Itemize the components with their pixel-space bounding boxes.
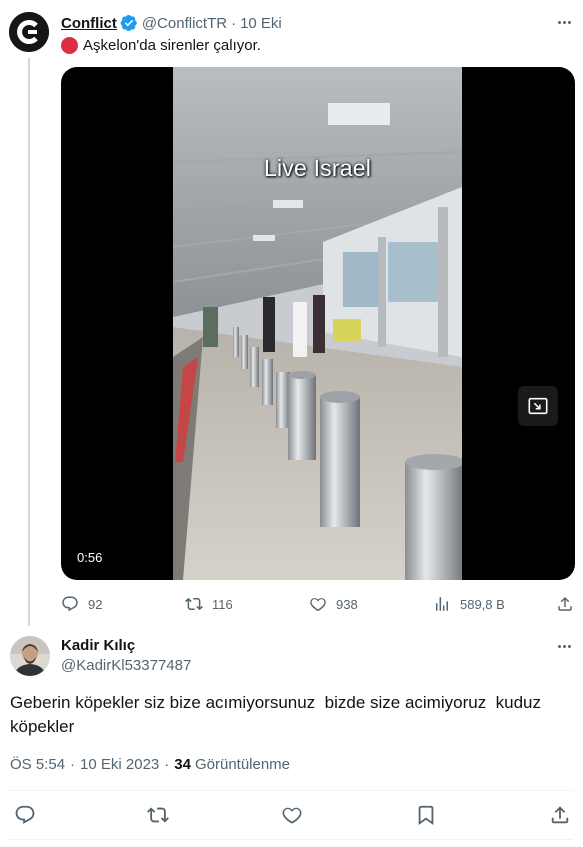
- parent-like-action[interactable]: 938: [309, 594, 358, 614]
- like-icon: [310, 598, 326, 612]
- video-still: [173, 67, 462, 580]
- video-caption: Live Israel: [263, 155, 372, 181]
- video-duration: 0:56: [77, 550, 103, 565]
- pip-button[interactable]: [518, 386, 558, 426]
- parent-reply-action[interactable]: 92: [61, 594, 102, 614]
- tweet-share-button[interactable]: [549, 804, 571, 826]
- parent-date[interactable]: 10 Eki: [240, 15, 282, 32]
- share-icon: [558, 596, 572, 611]
- tweet-more-button[interactable]: [554, 636, 574, 656]
- more-icon: [557, 644, 561, 648]
- reply-count: 92: [88, 596, 103, 612]
- parent-more-button[interactable]: [554, 12, 574, 32]
- views-count: 589,8 B: [460, 596, 505, 612]
- reply-icon: [62, 596, 78, 612]
- tweet-avatar[interactable]: [10, 636, 50, 676]
- repost-icon: [185, 597, 203, 611]
- meta-separator: ·: [70, 755, 76, 773]
- like-icon: [282, 807, 302, 824]
- repost-icon: [147, 807, 169, 823]
- views-icon: [436, 597, 448, 611]
- parent-author-name[interactable]: Conflict: [61, 15, 117, 32]
- divider-top: [10, 790, 573, 791]
- repost-count: 116: [212, 596, 233, 612]
- like-count: 938: [336, 596, 358, 612]
- thread-line: [28, 58, 30, 626]
- parent-views-action[interactable]: 589,8 B: [433, 594, 505, 614]
- more-icon-dot: [562, 20, 566, 24]
- more-icon-dot: [562, 644, 566, 648]
- tweet-repost-button[interactable]: [147, 804, 169, 826]
- tweet-views-label: Görüntülenme: [194, 755, 291, 773]
- user-avatar-image: [10, 636, 50, 676]
- parent-share-action[interactable]: [556, 594, 583, 614]
- tweet-reply-button[interactable]: [14, 804, 36, 826]
- tweet-bookmark-button[interactable]: [415, 804, 437, 826]
- conflict-logo-icon: [9, 12, 49, 52]
- parent-tweet-text: Aşkelon'da sirenler çalıyor.: [61, 35, 261, 55]
- tweet-author-handle[interactable]: @KadirKl53377487: [61, 657, 191, 674]
- more-icon-dot: [567, 644, 571, 648]
- verified-badge-icon: [120, 14, 138, 32]
- more-icon-dot: [567, 20, 571, 24]
- tweet-views-count: 34: [174, 755, 191, 773]
- reply-icon: [15, 805, 35, 824]
- tweet-like-button[interactable]: [281, 804, 303, 826]
- parent-header: Conflict @ConflictTR · 10 Eki: [61, 13, 282, 33]
- meta-separator: ·: [164, 755, 170, 773]
- video-player[interactable]: Live Israel 0:56: [61, 67, 575, 580]
- parent-text-content: Aşkelon'da sirenler çalıyor.: [83, 36, 261, 54]
- parent-author-handle[interactable]: @ConflictTR: [142, 15, 227, 32]
- divider-bottom: [10, 839, 573, 840]
- pip-icon: [528, 397, 548, 415]
- parent-repost-action[interactable]: 116: [185, 594, 233, 614]
- tweet-time[interactable]: ÖS 5:54: [10, 756, 65, 773]
- header-separator: ·: [231, 14, 237, 32]
- tweet-text: Geberin köpekler siz bize acımiyorsunuz …: [10, 693, 542, 736]
- red-circle-icon: [61, 36, 78, 54]
- more-icon: [557, 20, 561, 24]
- parent-avatar[interactable]: [9, 12, 49, 52]
- tweet-date[interactable]: 10 Eki 2023: [80, 756, 159, 773]
- bookmark-icon: [418, 805, 434, 826]
- video-frame: Live Israel: [173, 67, 462, 580]
- share-icon: [551, 806, 569, 824]
- tweet-meta: ÖS 5:54 · 10 Eki 2023 · 34 Görüntülenme: [10, 754, 290, 774]
- tweet-author-name[interactable]: Kadir Kılıç: [61, 637, 135, 654]
